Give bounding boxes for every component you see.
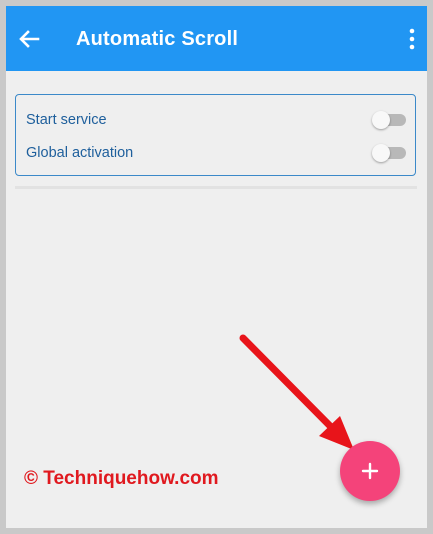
toggle-thumb	[372, 144, 390, 162]
app-screen: Automatic Scroll Start service Global ac…	[6, 6, 427, 528]
add-button[interactable]	[340, 441, 400, 501]
toggle-thumb	[372, 111, 390, 129]
device-frame: Automatic Scroll Start service Global ac…	[0, 0, 433, 534]
watermark-text: © Techniquehow.com	[24, 468, 219, 489]
plus-icon	[361, 462, 379, 480]
arrow-back-icon	[19, 30, 40, 48]
overflow-menu-button[interactable]	[407, 28, 417, 50]
divider	[15, 186, 417, 189]
global-activation-toggle[interactable]	[372, 144, 406, 162]
app-bar: Automatic Scroll	[6, 6, 427, 71]
back-button[interactable]	[16, 26, 42, 52]
setting-row-global-activation[interactable]: Global activation	[26, 142, 406, 164]
setting-label: Start service	[26, 112, 107, 128]
settings-card: Start service Global activation	[15, 94, 416, 176]
more-vert-icon	[409, 28, 415, 50]
app-title: Automatic Scroll	[76, 28, 239, 50]
setting-label: Global activation	[26, 145, 134, 161]
start-service-toggle[interactable]	[372, 111, 406, 129]
setting-row-start-service[interactable]: Start service	[26, 109, 406, 131]
